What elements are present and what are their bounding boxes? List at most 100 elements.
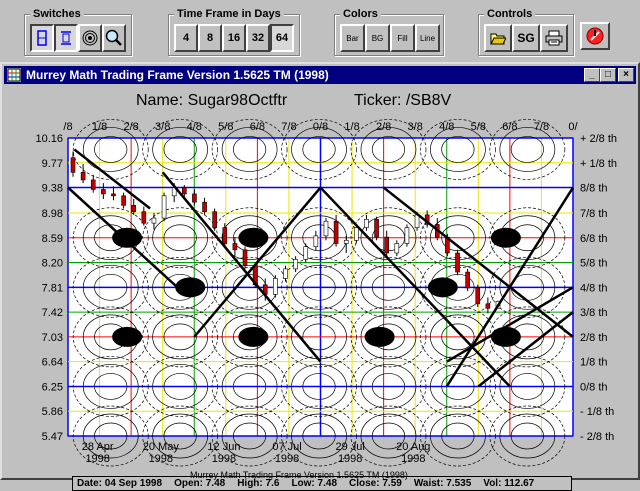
price-bar-body [455, 252, 460, 273]
sg-button[interactable]: SG [512, 24, 540, 52]
top-fraction-label: 5/8 [218, 121, 233, 133]
printer-icon [545, 30, 563, 46]
print-button[interactable] [540, 24, 568, 52]
price-axis-label: 7.03 [42, 332, 63, 344]
murrey-level-label: + 1/8 th [580, 158, 617, 170]
murrey-level-label: 8/8 th [580, 183, 608, 195]
price-axis-label: 9.77 [42, 158, 63, 170]
octave-switch-button[interactable] [30, 24, 54, 52]
target-circles-icon [82, 30, 98, 46]
murrey-level-label: - 1/8 th [580, 406, 614, 418]
price-bar-body [212, 211, 217, 228]
murrey-level-label: 3/8 th [580, 307, 608, 319]
price-bar-body [182, 187, 187, 195]
murrey-level-label: 1/8 th [580, 357, 608, 369]
chart-window: Murrey Math Trading Frame Version 1.5625… [0, 62, 640, 491]
date-axis-year-label: 1998 [85, 453, 109, 465]
price-bar-body [141, 211, 147, 224]
price-axis-label: 8.98 [42, 208, 63, 220]
price-bar-body [384, 236, 389, 254]
murrey-dot [364, 326, 395, 347]
murrey-dot [490, 227, 521, 248]
price-bar-body [313, 235, 319, 247]
zoom-switch-button[interactable] [102, 24, 126, 52]
chart-ticker-label: Ticker: /SB8V [354, 92, 452, 109]
line-color-button[interactable]: Line [415, 24, 440, 52]
top-fraction-label: 3/8 [408, 121, 423, 133]
timeframe-16-button[interactable]: 16 [222, 24, 246, 52]
close-button[interactable]: × [618, 68, 634, 82]
price-axis-label: 5.47 [42, 431, 63, 443]
murrey-chart[interactable]: Name: Sugar98Octftr Ticker: /SB8V /8 1/8 2… [8, 88, 632, 476]
top-fraction-label: 2/8 [376, 121, 391, 133]
price-bar-body [394, 243, 400, 254]
stop-exit-icon [586, 27, 604, 45]
price-axis-label: 6.25 [42, 381, 63, 393]
frame-switch-button[interactable] [54, 24, 78, 52]
price-bar-body [192, 193, 197, 203]
timeframe-32-button[interactable]: 32 [246, 24, 270, 52]
exit-button[interactable] [580, 22, 610, 50]
switches-group: Switches [24, 8, 132, 56]
price-bar-body [323, 220, 329, 237]
price-bar-body [364, 219, 369, 228]
timeframe-title: Time Frame in Days [174, 8, 284, 20]
colors-group: Colors Bar BG Fill Line [334, 8, 444, 56]
window-title: Murrey Math Trading Frame Version 1.5625… [26, 68, 329, 82]
murrey-dot [238, 227, 269, 248]
price-bar-body [121, 195, 126, 206]
timeframe-8-button[interactable]: 8 [198, 24, 222, 52]
circles-switch-button[interactable] [78, 24, 102, 52]
chart-area: Name: Sugar98Octftr Ticker: /SB8V /8 1/8 2… [8, 88, 632, 491]
murrey-level-label: 2/8 th [580, 332, 608, 344]
switches-title: Switches [30, 8, 84, 20]
price-bar-body [202, 201, 207, 213]
murrey-level-label: 6/8 th [580, 233, 608, 245]
timeframe-4-button[interactable]: 4 [174, 24, 198, 52]
price-bar-body [485, 303, 491, 309]
top-fraction-label: 6/8 [250, 121, 265, 133]
date-axis-year-label: 1998 [401, 453, 425, 465]
price-bar-body [151, 217, 157, 224]
murrey-dot [427, 277, 458, 298]
window-title-bar[interactable]: Murrey Math Trading Frame Version 1.5625… [4, 66, 636, 84]
price-bar-body [273, 278, 278, 295]
fill-color-button[interactable]: Fill [390, 24, 415, 52]
price-axis-label: 8.20 [42, 258, 63, 270]
top-fraction-label: 0/ [568, 121, 578, 133]
date-axis-day-label: 20 Aug [396, 441, 430, 453]
murrey-dot [490, 326, 521, 347]
date-axis-year-label: 1998 [275, 453, 299, 465]
price-axis-label: 7.81 [42, 282, 63, 294]
murrey-level-label: 5/8 th [580, 258, 608, 270]
price-bar-body [293, 259, 298, 270]
date-axis-day-label: 28 Apr [82, 441, 114, 453]
bar-color-button[interactable]: Bar [340, 24, 365, 52]
price-bar-body [374, 219, 379, 238]
price-bar-body [111, 193, 116, 197]
minimize-button[interactable]: _ [584, 68, 600, 82]
price-bar-body [475, 287, 481, 305]
maximize-button[interactable]: □ [600, 68, 616, 82]
app-grid-icon [7, 68, 21, 82]
controls-title: Controls [484, 8, 536, 20]
price-bar-body [354, 227, 359, 241]
price-bar-body [303, 246, 309, 260]
chart-name-label: Name: Sugar98Octftr [136, 92, 288, 109]
date-axis-year-label: 1998 [149, 453, 173, 465]
murrey-level-label: 4/8 th [580, 282, 608, 294]
price-axis-label: 9.38 [42, 183, 63, 195]
date-axis-year-label: 1998 [212, 453, 236, 465]
price-axis-label: 8.59 [42, 233, 63, 245]
price-bar-body [161, 195, 167, 219]
price-bar-body [101, 189, 106, 195]
price-bar-body [242, 249, 248, 267]
app-icon[interactable] [7, 68, 21, 82]
open-file-button[interactable] [484, 24, 512, 52]
bg-color-button[interactable]: BG [365, 24, 390, 52]
timeframe-64-button[interactable]: 64 [270, 24, 294, 52]
price-bar-body [343, 239, 349, 244]
date-axis: 28 Apr199820 May199812 Jun199807 Jul1998… [82, 441, 431, 465]
price-axis-label: 7.42 [42, 307, 63, 319]
date-axis-day-label: 12 Jun [207, 441, 240, 453]
